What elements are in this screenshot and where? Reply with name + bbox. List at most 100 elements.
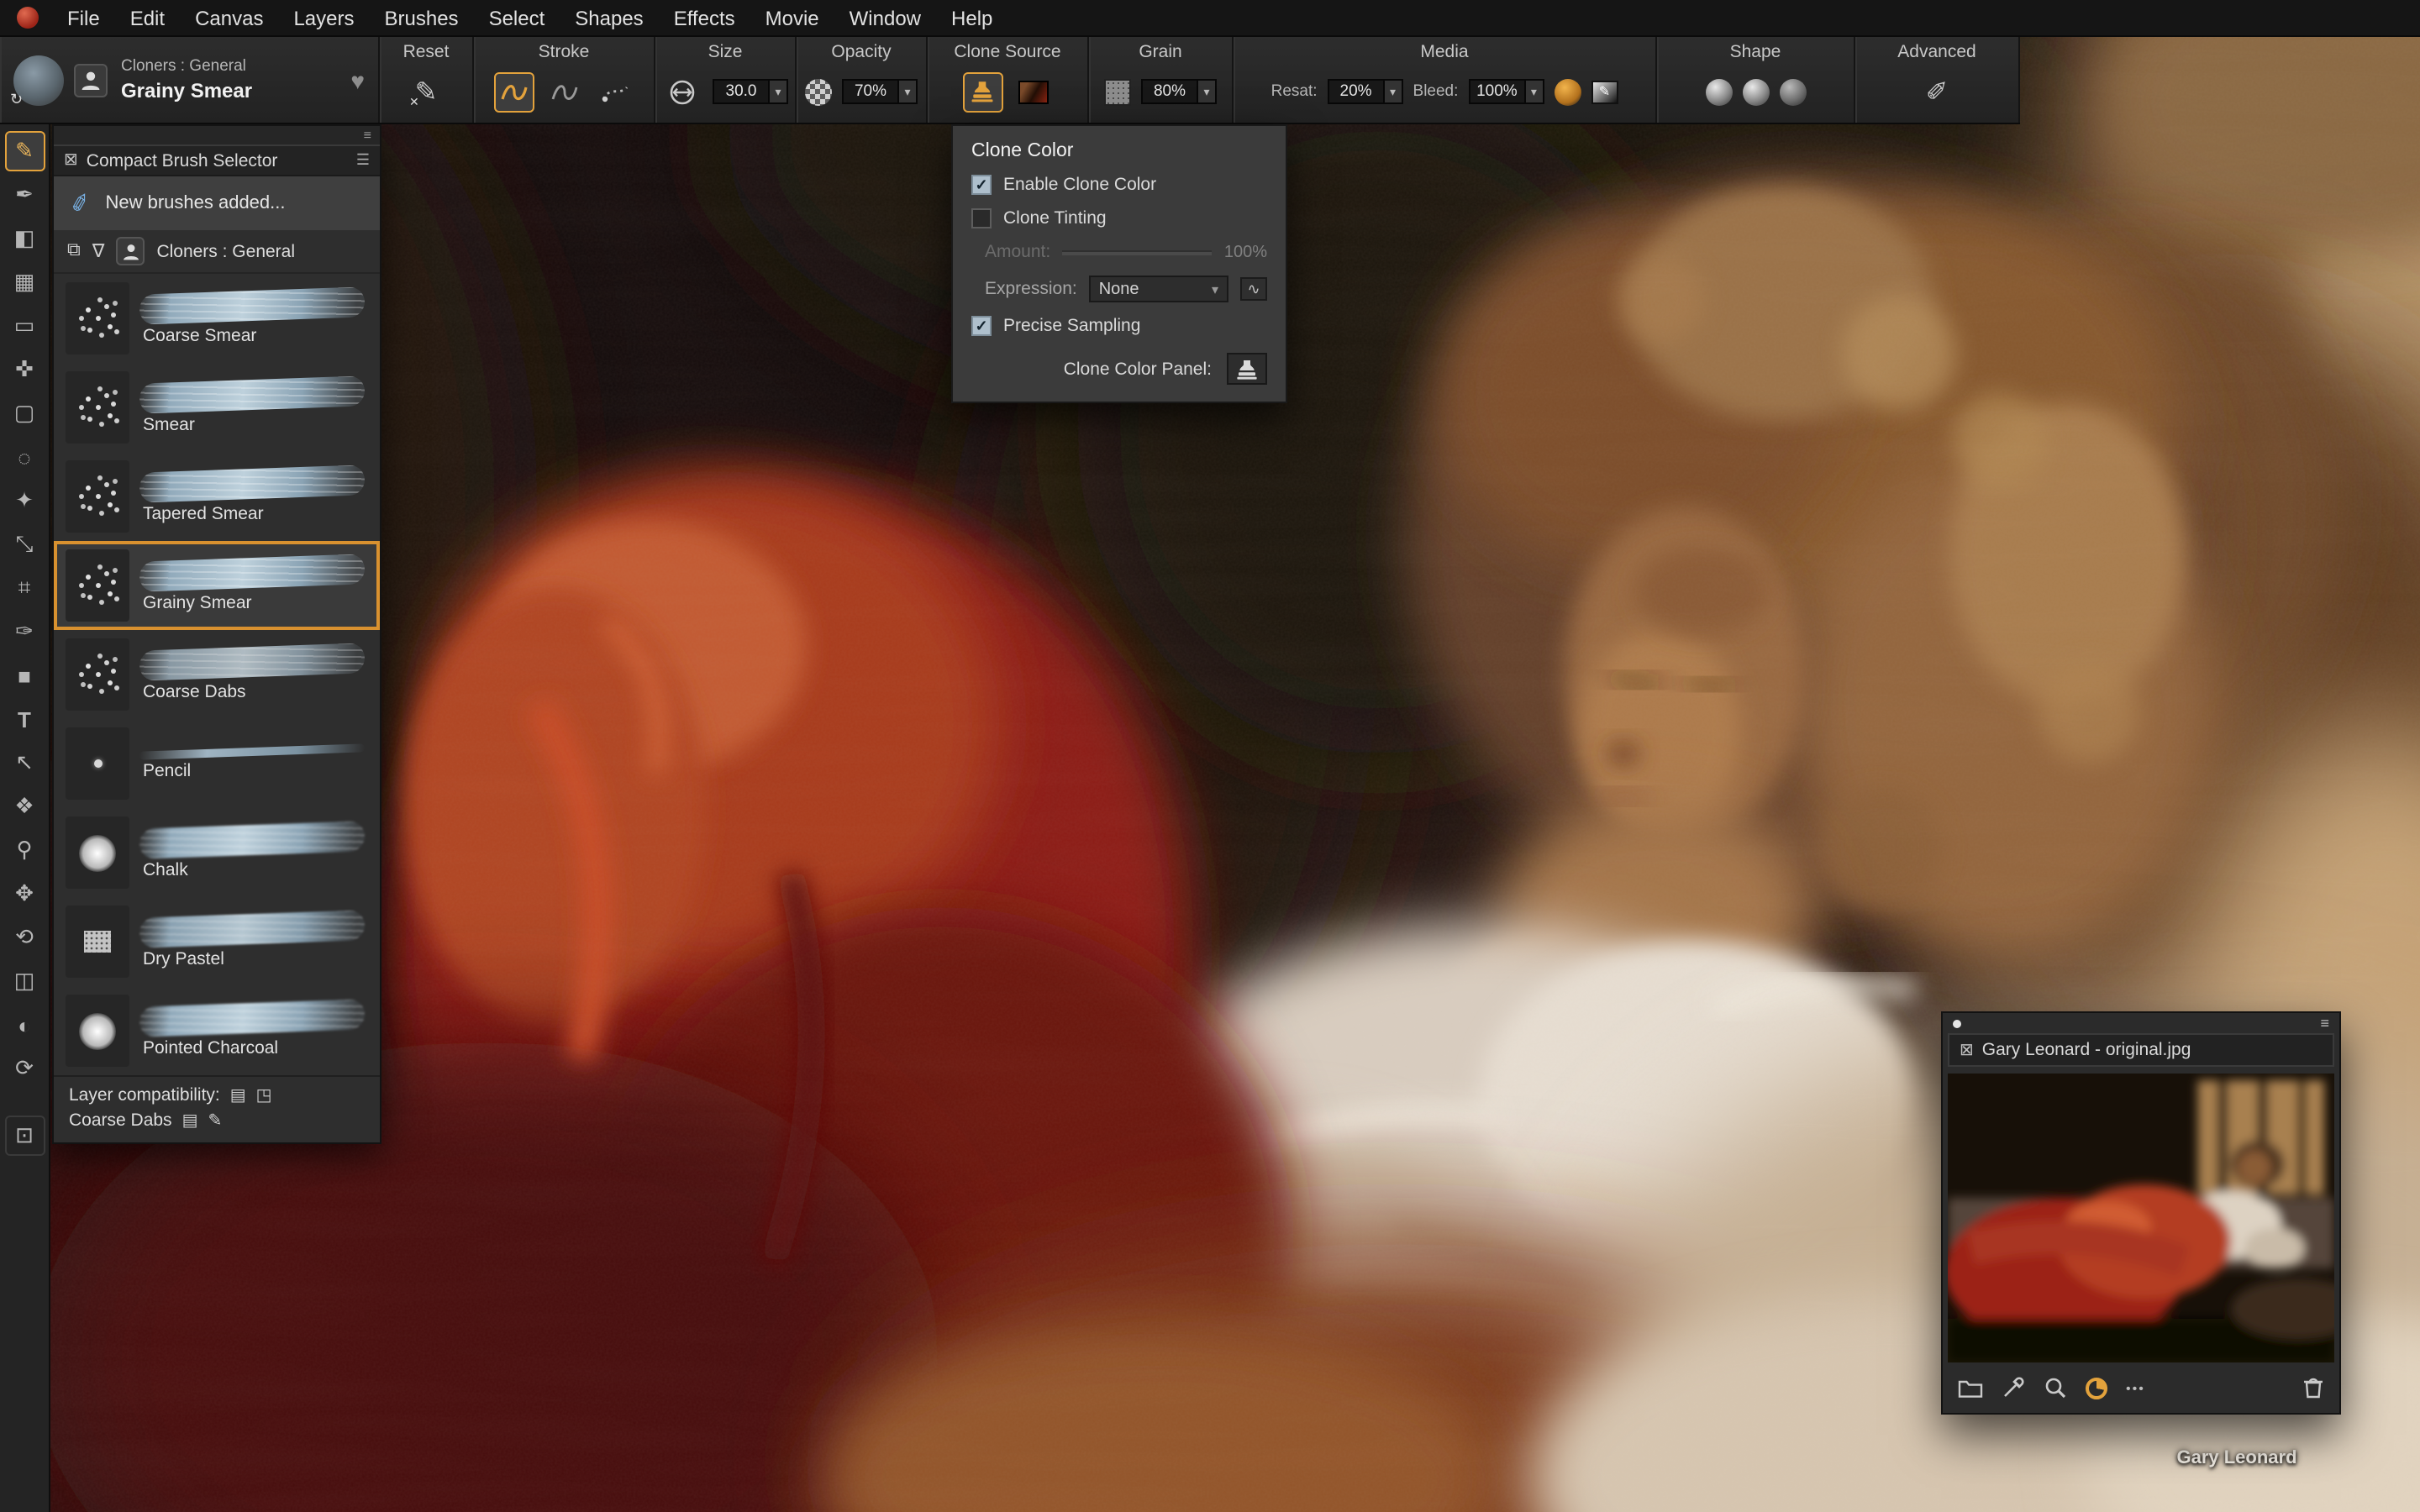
- media-gradient-pen-icon[interactable]: ✎: [1591, 80, 1618, 103]
- tool-paper-selector[interactable]: ▦: [4, 262, 45, 302]
- resat-field[interactable]: 20% ▾: [1328, 79, 1403, 104]
- tool-paint-bucket[interactable]: ◧: [4, 218, 45, 259]
- resat-dropdown-icon[interactable]: ▾: [1385, 79, 1403, 104]
- clone-source-close-icon[interactable]: ⊠: [1960, 1041, 1974, 1059]
- resat-value[interactable]: 20%: [1328, 79, 1385, 104]
- tool-transform[interactable]: ⤡: [4, 524, 45, 564]
- tool-rect-shape[interactable]: ■: [4, 655, 45, 696]
- clone-source-titlebar[interactable]: ⊠ Gary Leonard - original.jpg: [1948, 1033, 2334, 1067]
- menu-help[interactable]: Help: [936, 6, 1007, 29]
- brush-item-smear[interactable]: Smear: [54, 363, 380, 452]
- tool-rotate-page[interactable]: ⟲: [4, 917, 45, 958]
- size-reset-icon[interactable]: [662, 71, 702, 112]
- open-source-folder-icon[interactable]: [1958, 1377, 1983, 1399]
- brush-item-pencil[interactable]: Pencil: [54, 719, 380, 808]
- brush-category-row[interactable]: ⧉ ∇ Cloners : General: [54, 230, 380, 274]
- tool-rotate[interactable]: ⟳: [4, 1048, 45, 1089]
- grain-dropdown-icon[interactable]: ▾: [1198, 79, 1217, 104]
- opacity-value[interactable]: 70%: [842, 79, 899, 104]
- tool-pen[interactable]: ✑: [4, 612, 45, 652]
- tool-eraser[interactable]: ▭: [4, 306, 45, 346]
- favorite-heart-icon[interactable]: ♥: [350, 66, 365, 93]
- brush-item-coarse-dabs[interactable]: Coarse Dabs: [54, 630, 380, 719]
- bleed-field[interactable]: 100% ▾: [1468, 79, 1544, 104]
- media-color-icon[interactable]: [1554, 78, 1581, 105]
- brush-item-pointed-charcoal[interactable]: Pointed Charcoal: [54, 986, 380, 1075]
- tool-rect-select[interactable]: ▢: [4, 393, 45, 433]
- new-brushes-notification[interactable]: ✐ New brushes added...: [54, 176, 380, 230]
- opacity-field[interactable]: 70% ▾: [842, 79, 918, 104]
- tool-grabber[interactable]: ✥: [4, 874, 45, 914]
- shape-sphere-icon[interactable]: [1705, 78, 1732, 105]
- freehand-stroke-button[interactable]: [493, 71, 534, 112]
- source-magnifier-icon[interactable]: [2044, 1376, 2067, 1399]
- reset-brush-button[interactable]: ✎✕: [406, 71, 446, 112]
- dotted-stroke-button[interactable]: [594, 71, 634, 112]
- brush-item-grainy-smear[interactable]: Grainy Smear: [54, 541, 380, 630]
- menu-effects[interactable]: Effects: [659, 6, 750, 29]
- brush-dab-preview-icon[interactable]: ↻: [13, 55, 64, 105]
- bleed-dropdown-icon[interactable]: ▾: [1525, 79, 1544, 104]
- stack-icon[interactable]: ⧉: [67, 240, 81, 262]
- brush-item-tapered-smear[interactable]: Tapered Smear: [54, 452, 380, 541]
- tool-lasso[interactable]: ◌: [4, 437, 45, 477]
- shape-soft-sphere-icon[interactable]: [1779, 78, 1806, 105]
- clone-source-image-button[interactable]: [1013, 71, 1053, 112]
- grain-value[interactable]: 80%: [1141, 79, 1198, 104]
- opacity-dropdown-icon[interactable]: ▾: [899, 79, 918, 104]
- brush-panel-close-icon[interactable]: ⊠: [64, 151, 78, 170]
- source-dropper-icon[interactable]: [2002, 1376, 2025, 1399]
- expression-settings-icon[interactable]: ∿: [1240, 277, 1267, 301]
- filter-funnel-icon[interactable]: ∇: [92, 240, 105, 262]
- tool-magnifier[interactable]: ⚲: [4, 830, 45, 870]
- brush-selector-block[interactable]: ↻ Cloners : General Grainy Smear ♥: [0, 37, 380, 123]
- layer-compatibility-footer: Layer compatibility: ▤ ◳ Coarse Dabs ▤ ✎: [54, 1075, 380, 1142]
- menu-shapes[interactable]: Shapes: [560, 6, 658, 29]
- tool-mirror-painting[interactable]: ❖: [4, 786, 45, 827]
- size-dropdown-icon[interactable]: ▾: [770, 79, 788, 104]
- delete-source-trash-icon[interactable]: [2302, 1376, 2324, 1399]
- menu-edit[interactable]: Edit: [115, 6, 180, 29]
- size-field[interactable]: 30.0 ▾: [713, 79, 788, 104]
- bleed-value[interactable]: 100%: [1468, 79, 1525, 104]
- more-options-icon[interactable]: •••: [2126, 1380, 2145, 1395]
- tool-brush[interactable]: ✎: [4, 131, 45, 171]
- tool-navigator[interactable]: ⊡: [4, 1116, 45, 1156]
- brush-panel-grip[interactable]: ≡: [54, 126, 380, 144]
- tool-shape-select[interactable]: ↖: [4, 743, 45, 783]
- clone-source-image[interactable]: [1948, 1074, 2334, 1362]
- tool-text[interactable]: T: [4, 699, 45, 739]
- brush-item-dry-pastel[interactable]: Dry Pastel: [54, 897, 380, 986]
- opacity-icon: [805, 78, 832, 105]
- menu-select[interactable]: Select: [474, 6, 560, 29]
- menu-brushes[interactable]: Brushes: [370, 6, 474, 29]
- clone-color-panel-button[interactable]: [1227, 353, 1267, 385]
- tool-magic-wand[interactable]: ✦: [4, 480, 45, 521]
- tool-layer-adjuster[interactable]: ✜: [4, 349, 45, 390]
- expression-select[interactable]: None ▾: [1089, 276, 1228, 302]
- brush-panel-menu-icon[interactable]: ☰: [356, 151, 370, 170]
- clone-tinting-checkbox[interactable]: [971, 208, 992, 228]
- clone-source-grip[interactable]: ≡: [1943, 1013, 2339, 1033]
- menu-window[interactable]: Window: [834, 6, 936, 29]
- enable-clone-color-checkbox[interactable]: [971, 175, 992, 195]
- tool-divine-proportion[interactable]: ◫: [4, 961, 45, 1001]
- size-value[interactable]: 30.0: [713, 79, 770, 104]
- tracing-paper-toggle-icon[interactable]: [2086, 1377, 2107, 1399]
- brush-item-coarse-smear[interactable]: Coarse Smear: [54, 274, 380, 363]
- menu-layers[interactable]: Layers: [278, 6, 369, 29]
- precise-sampling-checkbox[interactable]: [971, 316, 992, 336]
- menu-movie[interactable]: Movie: [750, 6, 834, 29]
- clone-color-button[interactable]: [962, 71, 1002, 112]
- tool-crop[interactable]: ⌗: [4, 568, 45, 608]
- advanced-brush-button[interactable]: ✐: [1917, 71, 1957, 112]
- tool-kaleidoscope[interactable]: ◐: [4, 1005, 45, 1045]
- brush-item-chalk[interactable]: Chalk: [54, 808, 380, 897]
- amount-slider[interactable]: [1062, 249, 1213, 255]
- grain-field[interactable]: 80% ▾: [1141, 79, 1217, 104]
- shape-dotted-sphere-icon[interactable]: [1742, 78, 1769, 105]
- tool-dropper[interactable]: ✒: [4, 175, 45, 215]
- menu-canvas[interactable]: Canvas: [180, 6, 278, 29]
- menu-file[interactable]: File: [52, 6, 115, 29]
- straight-stroke-button[interactable]: [544, 71, 584, 112]
